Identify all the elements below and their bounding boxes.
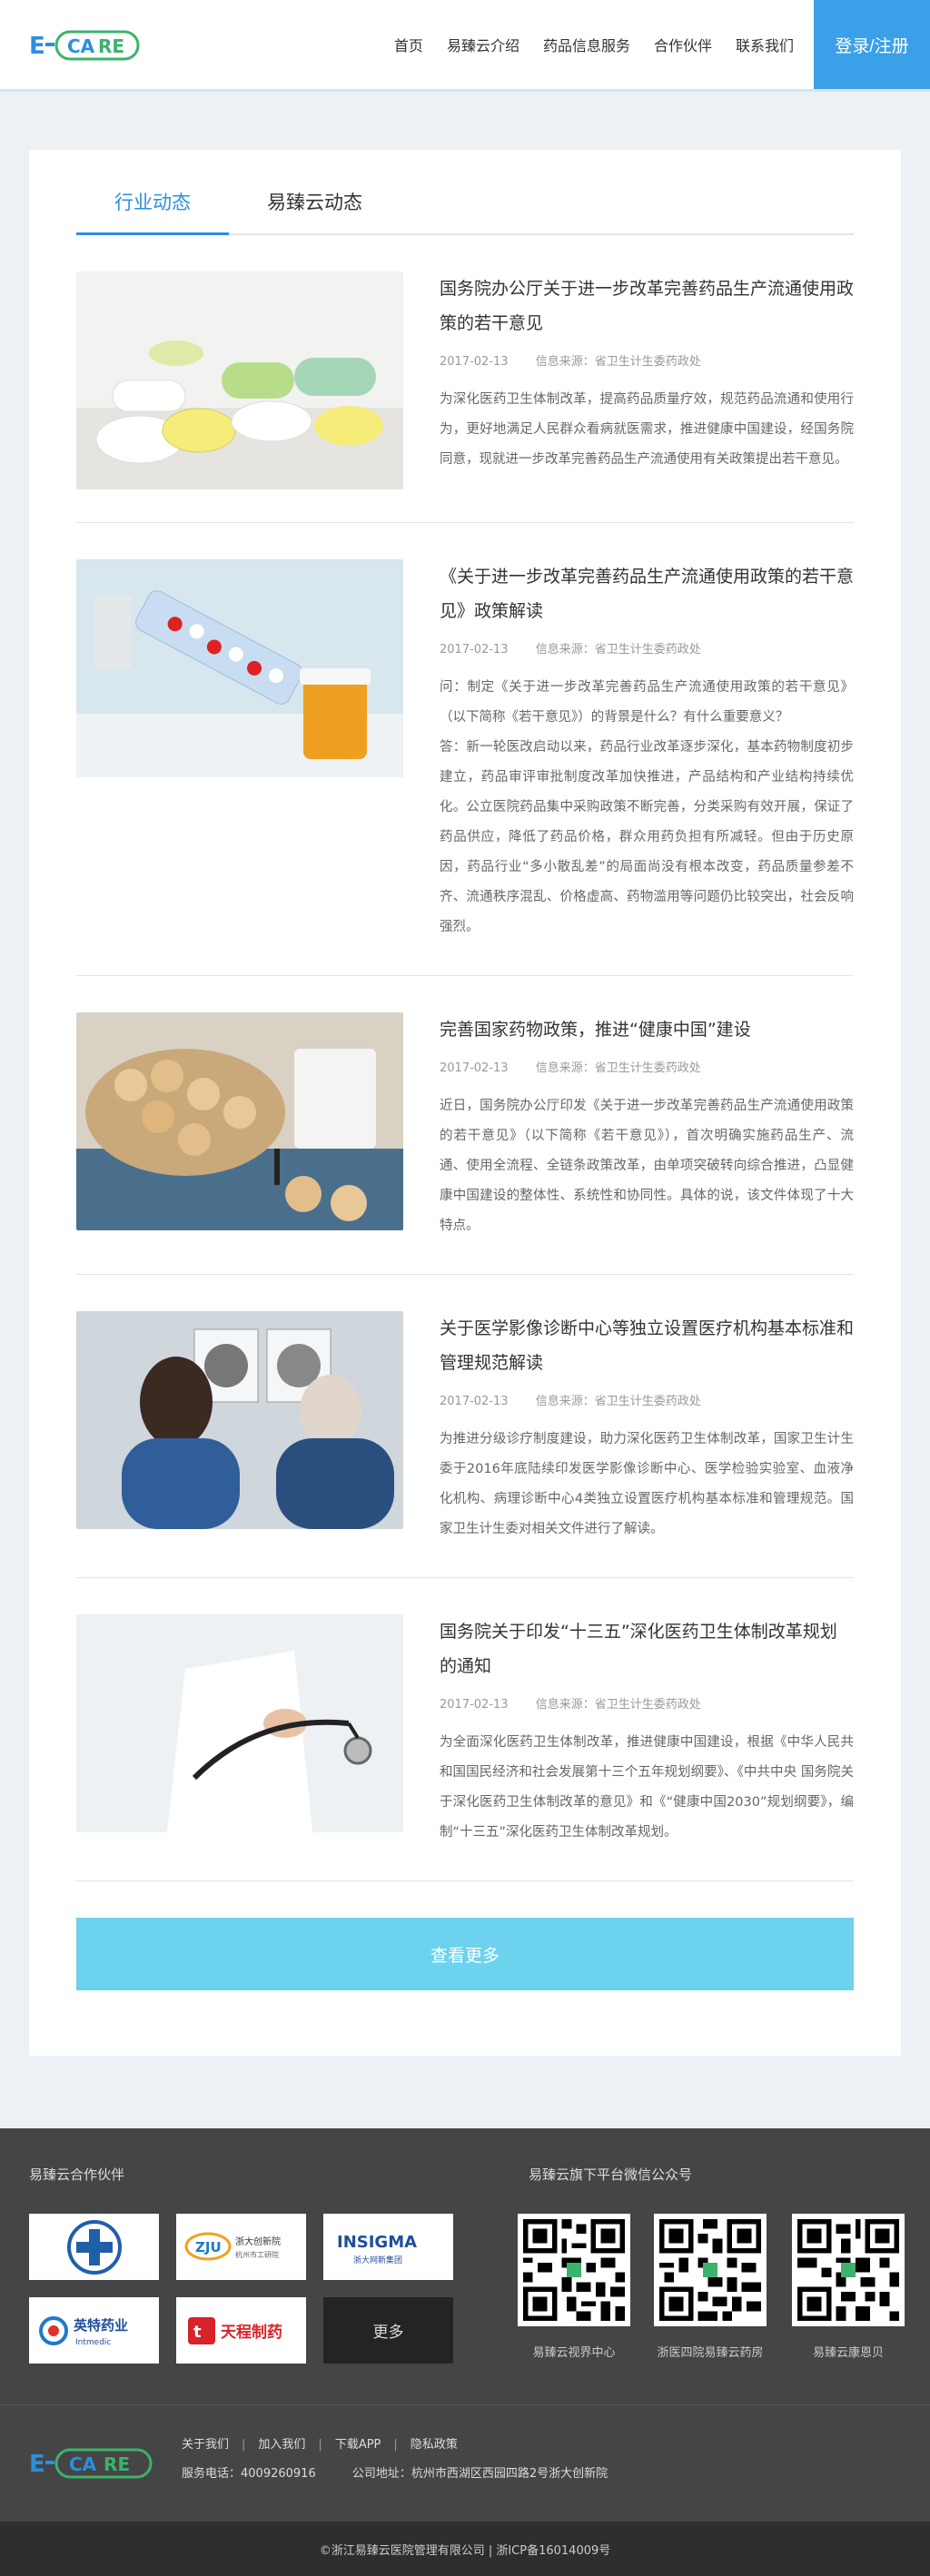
news-date: 2017-02-13 xyxy=(440,1698,509,1712)
footer-link-join[interactable]: 加入我们 xyxy=(258,2438,305,2452)
news-source: 信息来源：省卫生计生委药政处 xyxy=(535,1698,701,1712)
tab-industry-news[interactable]: 行业动态 xyxy=(76,188,229,235)
svg-text:ZJU: ZJU xyxy=(195,2239,222,2255)
main-nav: 首页 易臻云介绍 药品信息服务 合作伙伴 联系我们 xyxy=(371,0,794,89)
news-source: 信息来源：省卫生计生委药政处 xyxy=(535,643,701,656)
news-item[interactable]: 完善国家药物政策，推进“健康中国”建设 2017-02-13 信息来源：省卫生计… xyxy=(76,976,854,1275)
qr-label: 易臻云康恩贝 xyxy=(812,2346,884,2360)
partner-logo-4[interactable]: 英特药业 Intmedic xyxy=(29,2297,159,2364)
news-item[interactable]: 《关于进一步改革完善药品生产流通使用政策的若干意见》政策解读 2017-02-1… xyxy=(76,523,854,976)
nav-about[interactable]: 易臻云介绍 xyxy=(447,34,519,55)
svg-text:t: t xyxy=(193,2323,202,2342)
news-summary: 问：制定《关于进一步改革完善药品生产流通使用政策的若干意见》（以下简称《若干意见… xyxy=(440,680,854,934)
partner-4-sub: Intmedic xyxy=(75,2338,111,2347)
news-date: 2017-02-13 xyxy=(440,355,509,369)
svg-text:CA: CA xyxy=(69,2453,97,2475)
tab-company-news[interactable]: 易臻云动态 xyxy=(229,188,401,233)
footer-link-app[interactable]: 下载APP xyxy=(335,2438,381,2452)
news-meta: 2017-02-13 信息来源：省卫生计生委药政处 xyxy=(440,1391,854,1408)
svg-text:CA: CA xyxy=(67,35,95,57)
wechat-title: 易臻云旗下平台微信公众号 xyxy=(529,2166,693,2183)
qr-label: 易臻云视界中心 xyxy=(532,2346,616,2360)
footer-contact-info: 服务电话：4009260916 公司地址：杭州市西湖区西园四路2号浙大创新院 xyxy=(182,2463,608,2481)
news-title[interactable]: 国务院关于印发“十三五”深化医药卫生体制改革规划的通知 xyxy=(440,1614,854,1683)
news-source: 信息来源：省卫生计生委药政处 xyxy=(535,1061,701,1075)
qr-code-icon xyxy=(654,2214,767,2326)
zju-innovation-logo-icon: ZJU 浙大创新院 杭州市工研院 xyxy=(184,2232,281,2260)
svg-text:E: E xyxy=(29,2451,45,2478)
partner-5-name: 天程制药 xyxy=(221,2323,282,2342)
login-register-button[interactable]: 登录/注册 xyxy=(814,0,930,89)
news-date: 2017-02-13 xyxy=(440,1395,509,1408)
partner-logo-5[interactable]: t 天程制药 xyxy=(176,2297,306,2364)
news-summary: 为全面深化医药卫生体制改革，推进健康中国建设，根据《中华人民共和国国民经济和社会… xyxy=(440,1735,854,1840)
news-title[interactable]: 《关于进一步改革完善药品生产流通使用政策的若干意见》政策解读 xyxy=(440,559,854,628)
view-more-button[interactable]: 查看更多 xyxy=(76,1918,854,1990)
footer-phone: 服务电话：4009260916 xyxy=(182,2467,316,2481)
news-summary: 为深化医药卫生体制改革，提高药品质量疗效，规范药品流通和使用行为，更好地满足人民… xyxy=(440,392,854,467)
intmedic-logo-icon: 英特药业 Intmedic xyxy=(38,2315,128,2347)
qr-code-icon xyxy=(792,2214,905,2326)
news-meta: 2017-02-13 信息来源：省卫生计生委药政处 xyxy=(440,1694,854,1712)
footer-links-section: E CA RE 关于我们 | 加入我们 | 下载APP | 隐私政策 服务电话：400926… xyxy=(0,2404,930,2522)
partner-3-sub: 浙大网新集团 xyxy=(353,2255,402,2265)
partners-more-button[interactable]: 更多 xyxy=(323,2297,453,2364)
qr-label: 浙医四院易臻云药房 xyxy=(657,2346,764,2360)
news-source: 信息来源：省卫生计生委药政处 xyxy=(535,1395,701,1408)
main-content: 行业动态 易臻云动态 国务院办公厅关于进一步改革完善药品生产流通使用政策的若干意… xyxy=(0,92,930,2128)
pills-image xyxy=(76,271,403,489)
footer-address: 公司地址：杭州市西湖区西园四路2号浙大创新院 xyxy=(351,2467,608,2481)
news-item[interactable]: 关于医学影像诊断中心等独立设置医疗机构基本标准和管理规范解读 2017-02-1… xyxy=(76,1275,854,1578)
xray-doctors-image xyxy=(76,1311,403,1529)
news-meta: 2017-02-13 信息来源：省卫生计生委药政处 xyxy=(440,639,854,656)
insigma-logo-icon: INSIGMA 浙大网新集团 xyxy=(337,2233,417,2265)
footer-partners: 易臻云合作伙伴 ZJU 浙大创新院 杭州市工研院 INSIGMA 浙大网新集团 … xyxy=(0,2128,930,2404)
news-tabs: 行业动态 易臻云动态 xyxy=(76,172,854,235)
nav-contact[interactable]: 联系我们 xyxy=(736,34,794,55)
news-title[interactable]: 关于医学影像诊断中心等独立设置医疗机构基本标准和管理规范解读 xyxy=(440,1311,854,1380)
news-title[interactable]: 完善国家药物政策，推进“健康中国”建设 xyxy=(440,1012,854,1047)
svg-text:RE: RE xyxy=(104,2453,130,2475)
footer-links: 关于我们 | 加入我们 | 下载APP | 隐私政策 xyxy=(182,2438,458,2452)
news-date: 2017-02-13 xyxy=(440,643,509,656)
site-header: E CA RE 首页 易臻云介绍 药品信息服务 合作伙伴 联系我们 登录/注册 xyxy=(0,0,930,92)
doctor-stethoscope-image xyxy=(76,1614,403,1832)
partner-logo-1[interactable] xyxy=(29,2214,159,2280)
news-summary: 为推进分级诊疗制度建设，助力深化医药卫生体制改革，国家卫生计生委于2016年底陆… xyxy=(440,1432,854,1536)
footer-ecare-logo[interactable]: E CA RE xyxy=(29,2445,156,2482)
ecare-logo[interactable]: E CA RE xyxy=(29,27,140,64)
partner-2-sub: 杭州市工研院 xyxy=(235,2250,279,2259)
news-item[interactable]: 国务院关于印发“十三五”深化医药卫生体制改革规划的通知 2017-02-13 信… xyxy=(76,1578,854,1881)
tablets-figurine-image xyxy=(76,1012,403,1230)
tiancheng-pharma-logo-icon: t 天程制药 xyxy=(187,2316,282,2344)
nav-partners[interactable]: 合作伙伴 xyxy=(654,34,712,55)
news-title[interactable]: 国务院办公厅关于进一步改革完善药品生产流通使用政策的若干意见 xyxy=(440,271,854,341)
news-card: 行业动态 易臻云动态 国务院办公厅关于进一步改革完善药品生产流通使用政策的若干意… xyxy=(29,150,901,2056)
svg-text:E: E xyxy=(29,33,45,60)
partner-2-name: 浙大创新院 xyxy=(235,2235,281,2247)
svg-text:RE: RE xyxy=(98,35,124,57)
nav-drug-info[interactable]: 药品信息服务 xyxy=(543,34,630,55)
footer-link-about[interactable]: 关于我们 xyxy=(182,2438,229,2452)
partners-title: 易臻云合作伙伴 xyxy=(29,2166,125,2183)
footer-link-privacy[interactable]: 隐私政策 xyxy=(411,2438,458,2452)
news-meta: 2017-02-13 信息来源：省卫生计生委药政处 xyxy=(440,1058,854,1075)
news-summary: 近日，国务院办公厅印发《关于进一步改革完善药品生产流通使用政策的若干意见》（以下… xyxy=(440,1099,854,1233)
news-meta: 2017-02-13 信息来源：省卫生计生委药政处 xyxy=(440,351,854,369)
partner-4-name: 英特药业 xyxy=(74,2317,128,2334)
news-date: 2017-02-13 xyxy=(440,1061,509,1075)
footer-copyright: ©浙江易臻云医院管理有限公司 | 浙ICP备16014009号 xyxy=(0,2522,930,2576)
partner-logo-3[interactable]: INSIGMA 浙大网新集团 xyxy=(323,2214,453,2280)
hospital-emblem-icon xyxy=(66,2219,122,2275)
nav-home[interactable]: 首页 xyxy=(394,34,423,55)
qr-code-icon xyxy=(518,2214,630,2326)
partner-3-name: INSIGMA xyxy=(337,2233,417,2252)
news-item[interactable]: 国务院办公厅关于进一步改革完善药品生产流通使用政策的若干意见 2017-02-1… xyxy=(76,235,854,523)
capsules-tube-image xyxy=(76,559,403,777)
partner-logo-2[interactable]: ZJU 浙大创新院 杭州市工研院 xyxy=(176,2214,306,2280)
news-source: 信息来源：省卫生计生委药政处 xyxy=(535,355,701,369)
